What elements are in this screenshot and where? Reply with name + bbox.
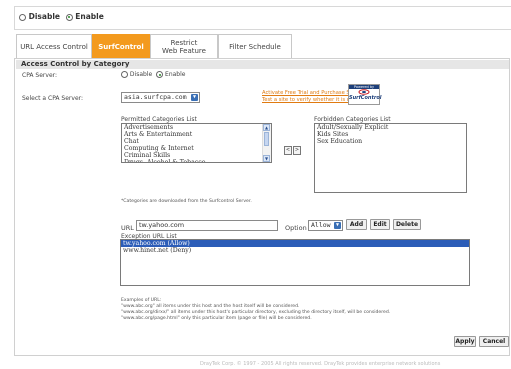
examples-title: Examples of URL: [121, 298, 162, 303]
cpa-server-value: asia.surfcpa.com [124, 93, 187, 101]
footer-copyright: DrayTek Corp. © 1997 - 2005 All rights r… [200, 361, 441, 367]
cpa-enable-radio[interactable] [156, 71, 164, 78]
list-item[interactable]: Advertisements [122, 124, 271, 131]
move-left-button[interactable]: < [284, 146, 292, 155]
add-button[interactable]: Add [346, 219, 367, 230]
top-disable-radio[interactable] [19, 13, 26, 21]
forbidden-list-title: Forbidden Categories List [314, 116, 391, 123]
permitted-scrollbar[interactable]: ▲ ▼ [262, 124, 271, 162]
scroll-down-icon[interactable]: ▼ [263, 155, 270, 162]
permitted-list-title: Permitted Categories List [121, 116, 197, 123]
tab-label: Filter Schedule [229, 42, 281, 51]
cpa-server-select[interactable]: asia.surfcpa.com ▼ [121, 92, 200, 103]
option-value: Allow [311, 221, 331, 229]
option-select[interactable]: Allow ▼ [308, 220, 343, 231]
top-toggle: Disable Enable [19, 12, 104, 21]
tab-restrict-web-feature[interactable]: Restrict Web Feature [150, 34, 218, 58]
logo-brand-text: SurfControl [349, 95, 382, 101]
list-item[interactable]: Kids Sites [315, 131, 466, 138]
cpa-disable-label: Disable [129, 71, 153, 78]
list-item[interactable]: Adult/Sexually Explicit [315, 124, 466, 131]
cpa-enable-label: Enable [165, 71, 186, 78]
example-line-1: "www.abc.org" all items under this host … [121, 304, 300, 309]
list-item[interactable]: Arts & Entertainment [122, 131, 271, 138]
list-item[interactable]: Criminal Skills [122, 152, 271, 159]
top-disable-label: Disable [28, 12, 60, 21]
cpa-server-label: CPA Server: [22, 72, 58, 79]
list-item[interactable]: Sex Education [315, 138, 466, 145]
exception-url-list[interactable]: tw.yahoo.com (Allow) www.hinet.net (Deny) [120, 239, 470, 286]
scroll-thumb[interactable] [264, 132, 269, 146]
cancel-button[interactable]: Cancel [479, 336, 509, 347]
apply-button[interactable]: Apply [454, 336, 476, 347]
tab-filter-schedule[interactable]: Filter Schedule [218, 34, 292, 58]
list-item[interactable]: tw.yahoo.com (Allow) [121, 240, 469, 247]
category-note: *Categories are downloaded from the Surf… [121, 199, 252, 204]
list-item[interactable]: www.hinet.net (Deny) [121, 247, 469, 254]
edit-button[interactable]: Edit [370, 219, 390, 230]
list-item[interactable]: Drugs, Alcohol & Tobacco [122, 159, 271, 162]
chevron-down-icon: ▼ [191, 94, 198, 101]
tab-label: SurfControl [98, 42, 144, 51]
forbidden-categories-list[interactable]: Adult/Sexually Explicit Kids Sites Sex Edu… [314, 123, 467, 193]
list-item[interactable]: Computing & Internet [122, 145, 271, 152]
delete-button[interactable]: Delete [393, 219, 421, 230]
example-line-2: "www.abc.org/dirxx/" all items under thi… [121, 310, 391, 315]
scroll-up-icon[interactable]: ▲ [263, 124, 270, 131]
top-enable-radio[interactable] [65, 13, 73, 21]
tab-url-access-control[interactable]: URL Access Control [16, 34, 92, 58]
permitted-items: Advertisements Arts & Entertainment Chat Co… [122, 124, 271, 162]
tab-label: Restrict Web Feature [162, 38, 206, 55]
surfcontrol-logo: Powered by SurfControl [348, 84, 382, 105]
url-input[interactable]: tw.yahoo.com [136, 220, 278, 231]
cpa-disable-radio[interactable] [121, 71, 128, 78]
list-item[interactable]: Chat [122, 138, 271, 145]
tab-surfcontrol[interactable]: SurfControl [92, 34, 150, 58]
top-enable-label: Enable [75, 12, 104, 21]
select-cpa-label: Select a CPA Server: [22, 95, 84, 102]
chevron-down-icon: ▼ [334, 222, 341, 229]
move-right-button[interactable]: > [293, 146, 301, 155]
exception-items: tw.yahoo.com (Allow) www.hinet.net (Deny) [121, 240, 469, 254]
section-title: Access Control by Category [16, 60, 509, 69]
permitted-categories-list[interactable]: Advertisements Arts & Entertainment Chat Co… [121, 123, 272, 163]
cpa-toggle: Disable Enable [121, 71, 185, 78]
forbidden-items: Adult/Sexually Explicit Kids Sites Sex Edu… [315, 124, 466, 145]
example-line-3: "www.abc.org/page.html" only this partic… [121, 316, 312, 321]
tab-label: URL Access Control [20, 42, 88, 51]
url-input-value: tw.yahoo.com [139, 221, 185, 229]
